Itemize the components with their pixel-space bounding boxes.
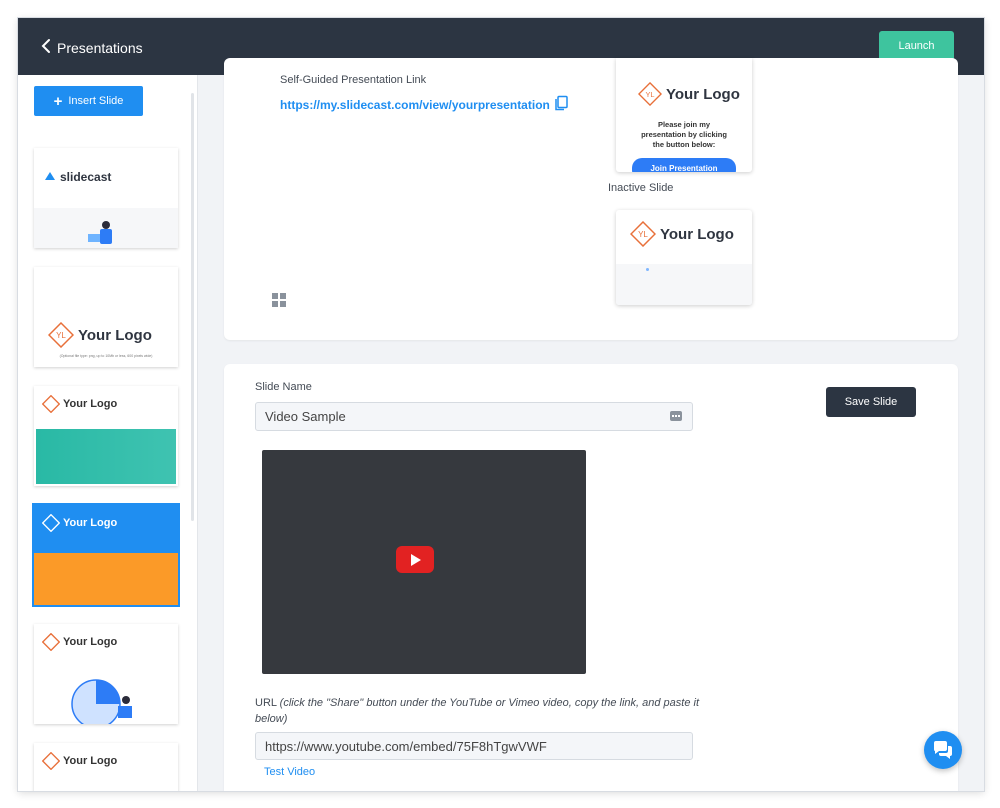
dot-decoration <box>646 268 649 271</box>
active-slide-preview[interactable]: YL Your Logo Please join my presentation… <box>616 58 752 172</box>
inactive-slide-preview[interactable]: YL Your Logo <box>616 210 752 305</box>
slide-sidebar: + Insert Slide slidecast YL Your Logo (O… <box>18 75 198 791</box>
test-video-link[interactable]: Test Video <box>264 766 315 778</box>
slide-name-value: Video Sample <box>265 409 346 424</box>
app-window: Presentations Launch + Insert Slide slid… <box>18 18 984 791</box>
slide-thumbnail[interactable]: slidecast <box>34 148 178 248</box>
keyboard-icon <box>670 411 682 421</box>
url-label: URL (click the "Share" button under the … <box>255 695 705 727</box>
yl-logo-icon <box>42 514 60 532</box>
your-logo: Your Logo <box>42 752 117 770</box>
url-hint: (click the "Share" button under the YouT… <box>255 697 699 725</box>
sidebar-scrollbar[interactable] <box>191 93 194 521</box>
slide-name-input[interactable]: Video Sample <box>255 402 693 431</box>
insert-slide-label: Insert Slide <box>68 95 124 107</box>
person-laptop-icon <box>88 221 112 244</box>
your-logo: YL Your Logo <box>48 322 152 348</box>
slide-thumbnail[interactable]: Your Logo <box>34 624 178 724</box>
play-icon[interactable] <box>396 546 434 573</box>
yl-logo-icon: YL <box>48 322 74 348</box>
slide-editor-panel: Slide Name Video Sample Save Slide URL (… <box>224 364 958 791</box>
slide-thumbnail-active[interactable]: Your Logo <box>34 505 178 605</box>
your-logo: Your Logo <box>42 633 117 651</box>
video-player[interactable] <box>262 450 586 674</box>
yl-logo-icon <box>42 752 60 770</box>
join-text: Please join my presentation by clicking … <box>641 120 727 149</box>
copy-icon[interactable] <box>553 95 569 111</box>
slide-thumbnail[interactable]: YL Your Logo (Optional file type: png, u… <box>34 267 178 367</box>
link-label: Self-Guided Presentation Link <box>280 74 427 86</box>
slidecast-logo: slidecast <box>43 170 111 184</box>
thumb-banner <box>36 429 176 484</box>
save-slide-button[interactable]: Save Slide <box>826 387 916 417</box>
url-input[interactable]: https://www.youtube.com/embed/75F8hTgwVW… <box>255 732 693 760</box>
yl-logo-icon <box>42 395 60 413</box>
your-logo: YL Your Logo <box>638 82 740 106</box>
join-presentation-button[interactable]: Join Presentation <box>632 158 736 172</box>
thumb-banner <box>34 553 178 605</box>
svg-text:YL: YL <box>56 331 66 340</box>
your-logo: Your Logo <box>42 395 117 413</box>
launch-button[interactable]: Launch <box>879 31 954 61</box>
your-logo: YL Your Logo <box>630 221 734 247</box>
card-footer <box>616 264 752 305</box>
slide-thumbnail[interactable]: Your Logo <box>34 743 178 791</box>
thumb-caption: (Optional file type: png, up to 10Mb or … <box>59 354 153 358</box>
grid-icon[interactable] <box>272 293 286 307</box>
slidecast-mark-icon <box>45 172 55 180</box>
url-value: https://www.youtube.com/embed/75F8hTgwVW… <box>265 738 547 754</box>
your-logo: Your Logo <box>42 514 117 532</box>
page-title[interactable]: Presentations <box>57 40 143 56</box>
insert-slide-button[interactable]: + Insert Slide <box>34 86 143 116</box>
slide-thumbnail[interactable]: Your Logo <box>34 386 178 486</box>
presentation-link[interactable]: https://my.slidecast.com/view/yourpresen… <box>280 98 550 112</box>
plus-icon: + <box>53 92 63 110</box>
yl-logo-icon <box>42 633 60 651</box>
chat-icon <box>934 741 952 759</box>
chat-button[interactable] <box>924 731 962 769</box>
inactive-slide-label: Inactive Slide <box>608 182 674 194</box>
url-label-text: URL <box>255 697 280 709</box>
pie-illustration-icon <box>71 679 132 724</box>
presentation-link-panel: Self-Guided Presentation Link https://my… <box>224 58 958 340</box>
svg-text:YL: YL <box>638 230 648 239</box>
yl-logo-icon: YL <box>630 221 656 247</box>
yl-logo-icon: YL <box>638 82 662 106</box>
svg-text:YL: YL <box>645 90 654 99</box>
chevron-left-icon[interactable] <box>38 38 54 54</box>
slide-name-label: Slide Name <box>255 381 312 393</box>
